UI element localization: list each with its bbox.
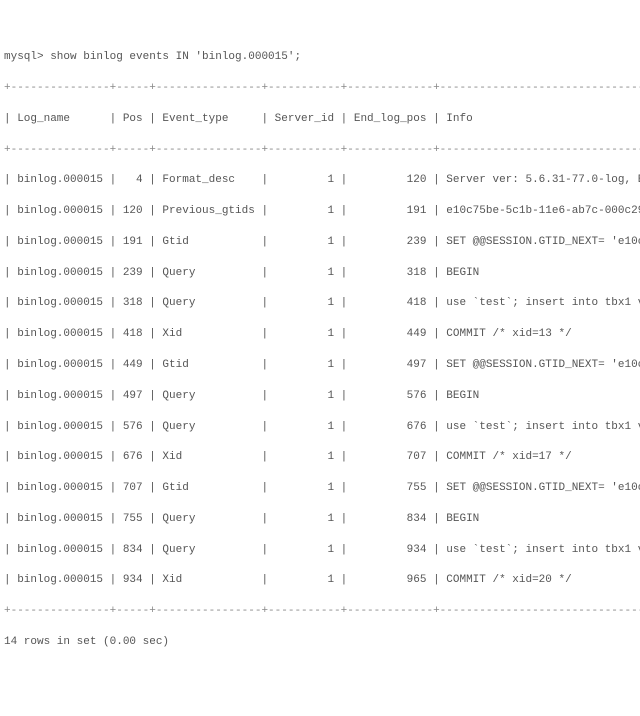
table-row: | binlog.000015 | 120 | Previous_gtids |… [4, 204, 636, 219]
table-row: | binlog.000015 | 707 | Gtid | 1 | 755 |… [4, 481, 636, 496]
table-row: | binlog.000015 | 318 | Query | 1 | 418 … [4, 296, 636, 311]
table-row: | binlog.000015 | 755 | Query | 1 | 834 … [4, 512, 636, 527]
table-rule-top: +---------------+-----+----------------+… [4, 81, 636, 96]
result-summary: 14 rows in set (0.00 sec) [4, 635, 636, 650]
table-rule-bottom: +---------------+-----+----------------+… [4, 604, 636, 619]
table-row: | binlog.000015 | 4 | Format_desc | 1 | … [4, 173, 636, 188]
table-rule-mid: +---------------+-----+----------------+… [4, 143, 636, 158]
table-header-row: | Log_name | Pos | Event_type | Server_i… [4, 112, 636, 127]
mysql-prompt-line: mysql> show binlog events IN 'binlog.000… [4, 50, 636, 65]
table-row: | binlog.000015 | 239 | Query | 1 | 318 … [4, 266, 636, 281]
table-row: | binlog.000015 | 191 | Gtid | 1 | 239 |… [4, 235, 636, 250]
table-row: | binlog.000015 | 418 | Xid | 1 | 449 | … [4, 327, 636, 342]
table-row: | binlog.000015 | 449 | Gtid | 1 | 497 |… [4, 358, 636, 373]
table-row: | binlog.000015 | 497 | Query | 1 | 576 … [4, 389, 636, 404]
table-row: | binlog.000015 | 676 | Xid | 1 | 707 | … [4, 450, 636, 465]
table-row: | binlog.000015 | 576 | Query | 1 | 676 … [4, 420, 636, 435]
table-row: | binlog.000015 | 934 | Xid | 1 | 965 | … [4, 573, 636, 588]
table-row: | binlog.000015 | 834 | Query | 1 | 934 … [4, 543, 636, 558]
